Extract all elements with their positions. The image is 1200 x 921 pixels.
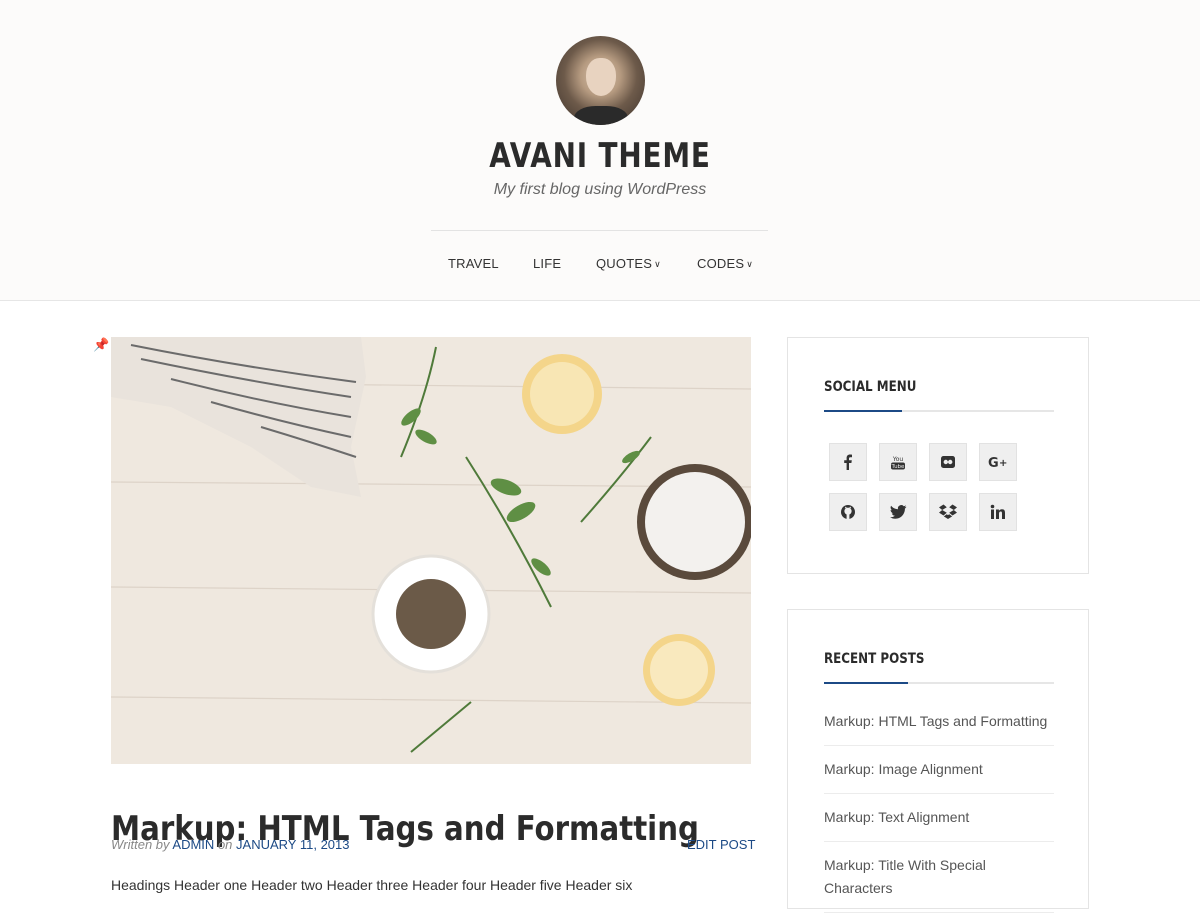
google-plus-icon[interactable]: G + [979, 443, 1017, 481]
github-icon[interactable] [829, 493, 867, 531]
dropbox-icon[interactable] [929, 493, 967, 531]
widget-title: RECENT POSTS [824, 651, 925, 667]
flickr-icon[interactable] [929, 443, 967, 481]
nav-label: QUOTES [596, 256, 653, 271]
widget-title-rule [824, 410, 1054, 412]
widget-title-accent [824, 682, 908, 684]
on-label: on [217, 837, 233, 852]
facebook-icon[interactable] [829, 443, 867, 481]
svg-text:Tube: Tube [891, 464, 906, 470]
nav-label: CODES [697, 256, 745, 271]
widget-title-accent [824, 410, 902, 412]
avatar-shirt [574, 106, 628, 125]
avatar-face [586, 58, 616, 96]
youtube-icon[interactable]: You Tube [879, 443, 917, 481]
recent-post-link[interactable]: Markup: Image Alignment [824, 754, 1054, 794]
date-link[interactable]: JANUARY 11, 2013 [236, 837, 349, 852]
main-nav: TRAVEL LIFE QUOTES ∨ CODES ∨ [0, 256, 1200, 276]
recent-posts-list: Markup: HTML Tags and Formatting Markup:… [824, 706, 1054, 921]
nav-label: LIFE [533, 256, 562, 271]
svg-text:+: + [999, 458, 1007, 469]
svg-text:You: You [892, 456, 904, 463]
post-meta: Written by ADMIN on JANUARY 11, 2013 [111, 837, 350, 852]
social-menu-widget: SOCIAL MENU You Tube G + [787, 337, 1089, 574]
nav-divider [431, 230, 768, 231]
pin-icon: 📌 [93, 337, 110, 352]
featured-image-art [111, 337, 751, 764]
site-header: AVANI THEME My first blog using WordPres… [0, 0, 1200, 301]
chevron-down-icon: ∨ [746, 259, 754, 269]
widget-title-rule [824, 682, 1054, 684]
featured-image[interactable] [111, 337, 751, 764]
author-link[interactable]: ADMIN [172, 837, 214, 852]
recent-posts-widget: RECENT POSTS Markup: HTML Tags and Forma… [787, 609, 1089, 913]
post-excerpt: Headings Header one Header two Header th… [111, 877, 633, 893]
chevron-down-icon: ∨ [654, 259, 661, 269]
recent-post-link[interactable]: Markup: Text Alignment [824, 802, 1054, 842]
nav-item-travel[interactable]: TRAVEL [448, 256, 499, 271]
site-avatar[interactable] [556, 36, 645, 125]
site-title[interactable]: AVANI THEME [108, 136, 1092, 176]
recent-post-link[interactable]: Markup: HTML Tags and Formatting [824, 706, 1054, 746]
recent-post-link[interactable]: Markup: Title With Special Characters [824, 850, 1054, 913]
widget-title: SOCIAL MENU [824, 379, 917, 395]
twitter-icon[interactable] [879, 493, 917, 531]
nav-item-codes[interactable]: CODES ∨ [697, 256, 753, 271]
edit-post-link[interactable]: EDIT POST [687, 837, 755, 852]
nav-label: TRAVEL [448, 256, 499, 271]
linkedin-icon[interactable] [979, 493, 1017, 531]
nav-item-quotes[interactable]: QUOTES ∨ [596, 256, 661, 271]
written-by-label: Written by [111, 837, 170, 852]
nav-item-life[interactable]: LIFE [533, 256, 561, 271]
site-tagline: My first blog using WordPress [493, 181, 707, 198]
svg-text:G: G [988, 456, 999, 469]
